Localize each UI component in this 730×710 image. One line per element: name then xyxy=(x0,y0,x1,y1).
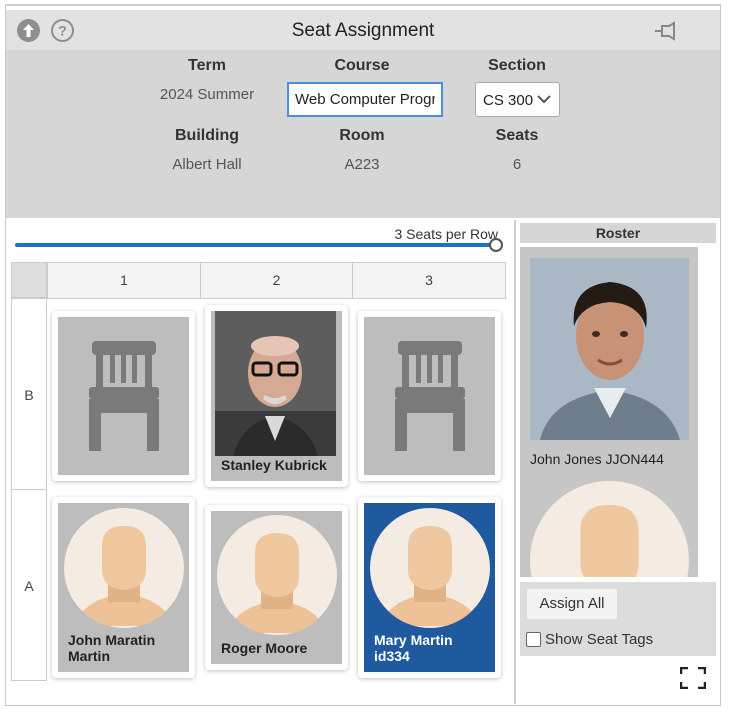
course-info-panel: Term 2024 Summer Course Section CS 300 B… xyxy=(6,50,720,218)
seat-b2[interactable]: Stanley Kubrick xyxy=(205,305,348,487)
avatar xyxy=(63,508,184,628)
fullscreen-icon[interactable] xyxy=(679,666,707,694)
room-value: A223 xyxy=(344,156,380,173)
seat-student-name: John Maratin Martin xyxy=(68,632,156,664)
row-header-a: A xyxy=(11,489,47,681)
row-header-b: B xyxy=(11,298,47,490)
seat-b3[interactable] xyxy=(358,311,501,481)
chair-icon xyxy=(88,341,159,451)
column-header-3: 3 xyxy=(352,262,506,299)
grid-corner xyxy=(11,262,47,298)
seats-value: 6 xyxy=(512,156,522,173)
seat-a3[interactable]: Mary Martin id334 xyxy=(358,497,501,678)
section-label: Section xyxy=(488,57,546,74)
seat-card-selected: Mary Martin id334 xyxy=(364,503,495,672)
seat-card: Roger Moore xyxy=(211,511,342,664)
column-header-2: 2 xyxy=(200,262,353,299)
seat-card: John Maratin Martin xyxy=(58,503,189,672)
header-bar: ? Seat Assignment xyxy=(6,10,720,50)
roster-actions: Assign All Show Seat Tags xyxy=(520,582,716,656)
assign-all-button[interactable]: Assign All xyxy=(526,588,618,620)
seat-a1[interactable]: John Maratin Martin xyxy=(52,497,195,678)
section-value: CS 300 xyxy=(483,92,534,109)
student-photo xyxy=(215,311,336,456)
show-seat-tags-checkbox[interactable] xyxy=(526,632,541,647)
seat-a2[interactable]: Roger Moore xyxy=(205,505,348,670)
empty-seat xyxy=(58,317,189,475)
seat-student-name: Roger Moore xyxy=(221,640,308,656)
seat-student-name: Mary Martin id334 xyxy=(374,632,453,664)
roster-list[interactable]: John Jones JJON444 xyxy=(520,247,698,577)
roster-item[interactable]: John Jones JJON444 xyxy=(520,247,698,477)
person-placeholder-icon xyxy=(73,526,174,626)
avatar xyxy=(530,481,689,577)
course-label: Course xyxy=(334,57,390,74)
section-select[interactable]: CS 300 xyxy=(475,82,560,117)
person-placeholder-icon xyxy=(580,504,639,577)
term-value: 2024 Summer xyxy=(159,86,255,103)
seat-b1[interactable] xyxy=(52,311,195,481)
student-photo xyxy=(530,258,689,440)
roster-title: Roster xyxy=(520,223,716,243)
building-label: Building xyxy=(175,127,239,144)
seat-card: Stanley Kubrick xyxy=(211,311,342,481)
avatar xyxy=(216,515,337,635)
seats-label: Seats xyxy=(495,127,539,144)
term-label: Term xyxy=(188,57,226,74)
slider-thumb[interactable] xyxy=(489,238,503,252)
roster-student-name: John Jones JJON444 xyxy=(530,451,664,467)
seats-per-row-label: 3 Seats per Row xyxy=(394,226,499,242)
show-seat-tags-label: Show Seat Tags xyxy=(545,631,654,648)
building-value: Albert Hall xyxy=(172,156,242,173)
person-placeholder-icon xyxy=(379,526,480,626)
empty-seat xyxy=(364,317,495,475)
avatar xyxy=(369,508,490,628)
page-title: Seat Assignment xyxy=(291,20,435,41)
chevron-down-icon xyxy=(537,95,551,104)
seats-per-row-slider[interactable] xyxy=(15,243,491,247)
person-placeholder-icon xyxy=(226,533,327,633)
column-header-1: 1 xyxy=(47,262,201,299)
chair-icon xyxy=(394,341,465,451)
pane-divider[interactable] xyxy=(514,220,516,704)
seat-student-name: Stanley Kubrick xyxy=(221,457,327,473)
course-input[interactable] xyxy=(287,82,443,117)
room-label: Room xyxy=(339,127,385,144)
pin-icon[interactable] xyxy=(654,21,677,44)
